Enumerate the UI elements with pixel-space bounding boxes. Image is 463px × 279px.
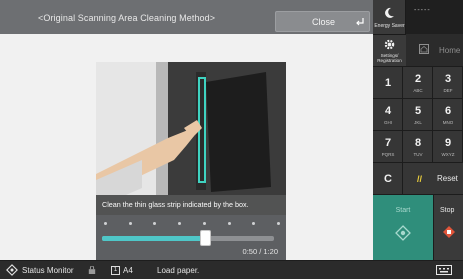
- chapter-dot: [202, 222, 206, 225]
- key-letters: JKL: [414, 120, 422, 125]
- chapter-dot: [153, 222, 157, 225]
- key-digit: 6: [444, 105, 452, 117]
- key-letters: PQRS: [381, 152, 395, 157]
- settings-registration-button[interactable]: Settings/ Registration: [373, 34, 406, 66]
- status-bar: Status Monitor 1 A4 Load paper.: [0, 260, 463, 279]
- stop-label: Stop: [440, 207, 455, 214]
- reset-button[interactable]: // Reset: [403, 162, 463, 194]
- control-panel: Energy Saver ----- Settings/ Registratio…: [373, 0, 463, 260]
- page-title: <Original Scanning Area Cleaning Method>: [38, 13, 216, 23]
- lock-icon: [88, 266, 96, 274]
- key-digit: 2: [414, 73, 422, 85]
- progress-fill: [102, 236, 206, 241]
- key-1[interactable]: 1: [373, 66, 403, 98]
- chapter-dot: [128, 222, 132, 225]
- stop-button[interactable]: Stop: [433, 194, 463, 260]
- clear-key-label: C: [384, 173, 392, 185]
- chapter-dot: [104, 222, 107, 225]
- dash-indicator: -----: [414, 7, 431, 14]
- key-digit: 3: [444, 73, 452, 85]
- progress-knob[interactable]: [200, 230, 212, 246]
- energy-saver-label: Energy Saver: [374, 23, 405, 29]
- settings-label: Settings/ Registration: [377, 53, 402, 64]
- key-3[interactable]: 3 DEF: [433, 66, 463, 98]
- title-bar: <Original Scanning Area Cleaning Method>…: [0, 0, 373, 34]
- home-label: Home: [439, 46, 461, 55]
- key-8[interactable]: 8 TUV: [403, 130, 433, 162]
- start-icon: [395, 225, 411, 241]
- key-letters: DEF: [443, 88, 453, 93]
- key-5[interactable]: 5 JKL: [403, 98, 433, 130]
- paper-size: A4: [123, 266, 133, 275]
- keyboard-icon[interactable]: [436, 265, 452, 275]
- paper-tray-icon: 1: [111, 266, 120, 275]
- status-monitor-label[interactable]: Status Monitor: [22, 266, 74, 275]
- chapter-dot: [252, 222, 256, 225]
- close-button[interactable]: Close: [275, 11, 370, 32]
- home-icon: [419, 44, 429, 54]
- key-digit: 1: [384, 77, 392, 89]
- return-arrow-icon: [356, 18, 364, 26]
- home-button[interactable]: Home: [406, 34, 463, 66]
- key-2[interactable]: 2 ABC: [403, 66, 433, 98]
- main-screen: <Original Scanning Area Cleaning Method>…: [0, 0, 373, 279]
- key-letters: WXYZ: [441, 152, 455, 157]
- key-digit: 8: [414, 137, 422, 149]
- key-letters: MNO: [442, 120, 454, 125]
- gear-icon: [384, 39, 395, 50]
- key-4[interactable]: 4 GHI: [373, 98, 403, 130]
- key-letters: TUV: [413, 152, 423, 157]
- key-7[interactable]: 7 PQRS: [373, 130, 403, 162]
- content-area: Clean the thin glass strip indicated by …: [0, 34, 373, 279]
- chapter-dot: [277, 222, 280, 225]
- energy-saver-button[interactable]: Energy Saver: [373, 0, 406, 34]
- status-message: Load paper.: [157, 266, 200, 275]
- key-digit: 9: [444, 137, 452, 149]
- key-digit: 7: [384, 137, 392, 149]
- reset-icon: //: [417, 174, 423, 184]
- start-label: Start: [395, 207, 411, 214]
- progress-track[interactable]: [102, 230, 274, 246]
- key-6[interactable]: 6 MNO: [433, 98, 463, 130]
- stop-icon: [443, 226, 455, 238]
- playback-time: 0:50 / 1:20: [242, 247, 278, 256]
- chapter-dot: [178, 222, 182, 225]
- clear-key[interactable]: C: [373, 162, 403, 194]
- key-digit: 4: [384, 105, 392, 117]
- reset-label: Reset: [437, 174, 458, 183]
- moon-icon: [385, 7, 394, 18]
- chapter-markers: [104, 221, 280, 227]
- display-area: -----: [406, 0, 463, 34]
- chapter-dot: [227, 222, 231, 225]
- key-letters: GHI: [383, 120, 392, 125]
- video-caption: Clean the thin glass strip indicated by …: [102, 200, 249, 209]
- caption-bar: Clean the thin glass strip indicated by …: [96, 195, 286, 215]
- start-button[interactable]: Start: [373, 194, 433, 260]
- status-monitor-icon[interactable]: [6, 264, 18, 276]
- key-letters: ABC: [413, 88, 423, 93]
- key-9[interactable]: 9 WXYZ: [433, 130, 463, 162]
- key-digit: 5: [414, 105, 422, 117]
